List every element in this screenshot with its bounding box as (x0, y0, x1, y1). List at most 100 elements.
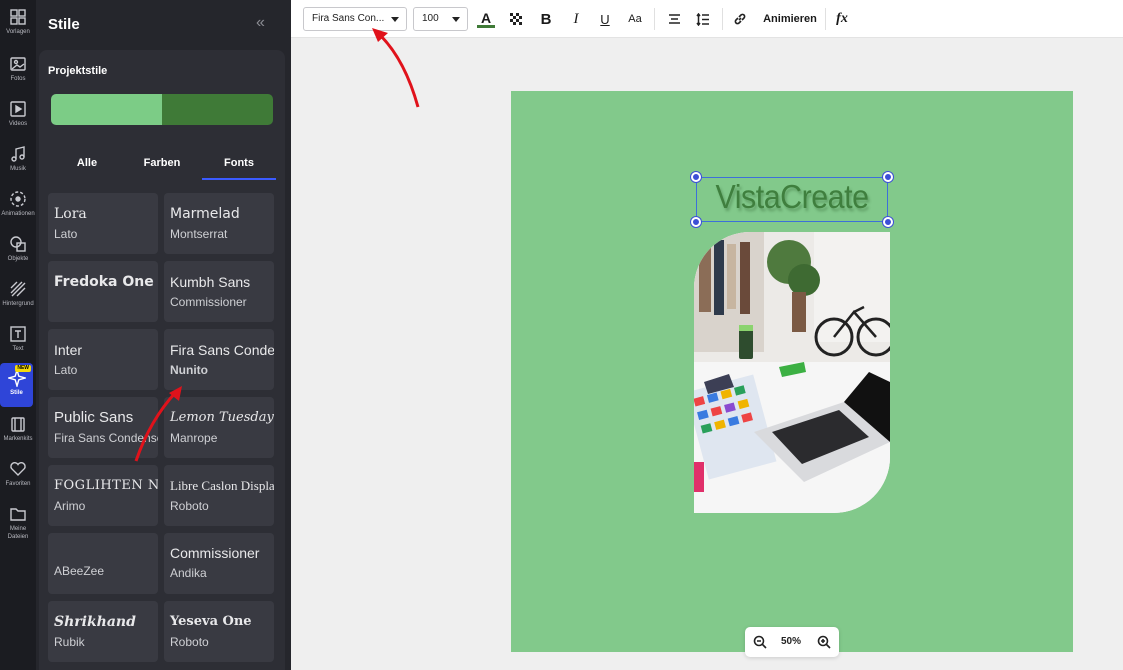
font-family-select[interactable]: Fira Sans Con... (303, 7, 407, 31)
rail-item-musik[interactable]: Musik (0, 145, 36, 181)
toolbar-divider (654, 8, 655, 30)
resize-handle-bl[interactable] (691, 217, 701, 227)
rail-item-favoriten[interactable]: Favoriten (0, 460, 36, 496)
rail-label: Meine Dateien (7, 526, 29, 540)
tab-farben[interactable]: Farben (127, 150, 197, 180)
font-pair-heading: Shrikhand (54, 614, 136, 630)
font-pair-heading: Libre Caslon Display (170, 478, 274, 493)
resize-handle-tl[interactable] (691, 172, 701, 182)
resize-handle-tr[interactable] (883, 172, 893, 182)
desk-photo-illustration (694, 232, 890, 513)
palette-swatch-dark (162, 94, 273, 125)
rail-item-meine-dateien[interactable]: Meine Dateien (0, 505, 36, 547)
rail-label: Text (12, 346, 24, 352)
font-pair-card[interactable]: Marmelad Montserrat (164, 193, 274, 254)
font-pair-card[interactable]: Commissioner Andika (164, 533, 274, 594)
brandkit-icon (11, 417, 25, 432)
text-color-icon: A (480, 9, 492, 26)
rail-item-videos[interactable]: Videos (0, 100, 36, 136)
font-pair-heading: Lemon Tuesday (170, 410, 274, 425)
rail-item-objekte[interactable]: Objekte (0, 235, 36, 271)
font-pair-card[interactable]: Libre Caslon Display Roboto (164, 465, 274, 526)
font-pair-body: ABeeZee (54, 564, 105, 578)
font-pair-card[interactable]: FOGLIHTEN NO Arimo (48, 465, 158, 526)
music-icon (11, 146, 25, 162)
font-pair-body: Andika (170, 566, 207, 580)
rail-item-hintergrund[interactable]: Hintergrund (0, 280, 36, 316)
align-center-icon[interactable] (665, 9, 683, 29)
text-case-icon[interactable]: Aa (626, 9, 644, 29)
font-pair-card[interactable]: Kumbh Sans Commissioner (164, 261, 274, 322)
rail-label: Hintergrund (2, 301, 34, 307)
annotation-arrow-toolbar (378, 33, 420, 108)
rail-label: Videos (8, 121, 28, 127)
zoom-out-icon[interactable] (753, 635, 767, 649)
font-pair-card[interactable]: Commissioner ABeeZee (48, 533, 158, 594)
rail-label: Animationen (1, 211, 35, 217)
section-label: Projektstile (48, 65, 108, 77)
font-pair-heading: Marmelad (170, 206, 240, 222)
shapes-icon (10, 236, 26, 252)
tab-alle[interactable]: Alle (52, 150, 122, 180)
rail-item-text[interactable]: Text (0, 325, 36, 361)
rail-item-markenkits[interactable]: Markenkits (0, 415, 36, 451)
font-size-select[interactable]: 100 (413, 7, 468, 31)
font-pair-card[interactable]: Fredoka One (48, 261, 158, 322)
checkerboard-icon (509, 12, 522, 25)
font-pair-heading: Kumbh Sans (170, 274, 251, 290)
italic-icon[interactable]: I (567, 9, 585, 29)
rail-label: Stile (10, 390, 23, 396)
rail-item-stile[interactable]: NEW Stile (0, 363, 33, 407)
font-pair-body: Lato (54, 363, 78, 377)
collapse-panel-icon[interactable]: « (256, 14, 265, 32)
link-icon[interactable] (731, 9, 749, 29)
text-color-swatch (477, 24, 495, 28)
toolbar-divider (825, 8, 826, 30)
resize-handle-br[interactable] (883, 217, 893, 227)
font-pair-heading: Commissioner (170, 545, 260, 561)
zoom-in-icon[interactable] (817, 635, 831, 649)
chevron-down-icon (391, 17, 399, 22)
font-pair-heading: Fira Sans Condensed (170, 342, 274, 358)
font-pair-heading: Fredoka One (54, 274, 154, 290)
animate-button[interactable]: Animieren (759, 9, 821, 29)
rail-item-fotos[interactable]: Fotos (0, 55, 36, 91)
font-pair-body: Rubik (54, 635, 85, 649)
underline-icon[interactable]: U (596, 9, 614, 29)
font-pair-body: Manrope (170, 431, 218, 445)
transparency-button[interactable] (507, 9, 525, 29)
heart-icon (10, 462, 26, 476)
font-pair-card[interactable]: Yeseva One Roboto (164, 601, 274, 662)
font-pair-body: Fira Sans Condensed (54, 431, 158, 445)
bold-icon[interactable]: B (537, 9, 555, 29)
font-pair-card[interactable]: Lora Lato (48, 193, 158, 254)
font-pair-heading: Public Sans (54, 409, 134, 426)
font-pair-card[interactable]: Inter Lato (48, 329, 158, 390)
rail-item-vorlagen[interactable]: Vorlagen (0, 8, 36, 44)
text-color-button[interactable]: A (477, 9, 495, 29)
line-spacing-icon[interactable] (694, 9, 712, 29)
zoom-control: 50% (745, 627, 839, 657)
text-toolbar: Fira Sans Con... 100 A B I U Aa Animiere… (291, 0, 1123, 38)
video-icon (10, 101, 26, 117)
font-pair-body: Lato (54, 227, 78, 241)
background-icon (10, 281, 26, 297)
rail-label: Objekte (7, 256, 29, 262)
tab-fonts[interactable]: Fonts (202, 150, 276, 180)
desk-photo[interactable] (694, 232, 890, 513)
project-palette[interactable] (51, 94, 273, 125)
chevron-down-icon (452, 17, 460, 22)
rail-item-animationen[interactable]: Animationen (0, 190, 36, 226)
grid-icon (10, 9, 26, 25)
font-pair-heading: FOGLIHTEN NO (54, 478, 158, 493)
font-pair-body: Commissioner (170, 295, 247, 309)
font-pair-card[interactable]: Public Sans Fira Sans Condensed (48, 397, 158, 458)
animate-label: Animieren (763, 13, 817, 25)
font-pair-card[interactable]: Shrikhand Rubik (48, 601, 158, 662)
text-icon (10, 326, 26, 342)
font-pair-body: Nunito (170, 363, 208, 377)
font-pair-card[interactable]: Fira Sans Condensed Nunito (164, 329, 274, 390)
effects-fx-icon[interactable]: fx (833, 9, 851, 29)
font-pair-body: Roboto (170, 499, 209, 513)
font-pair-card[interactable]: Lemon Tuesday Manrope (164, 397, 274, 458)
